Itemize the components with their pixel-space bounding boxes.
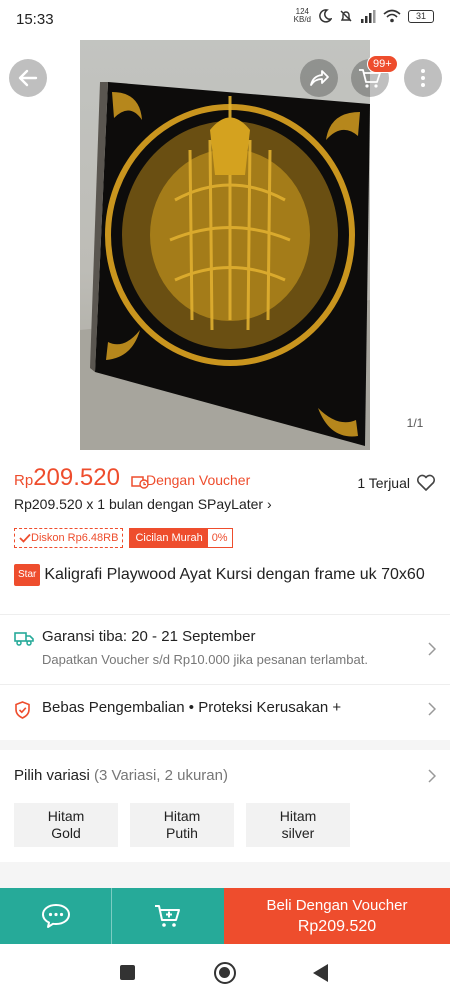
home-icon[interactable] [214, 962, 236, 984]
option-line2: Gold [51, 825, 81, 841]
chat-button[interactable] [0, 888, 112, 944]
option-line2: Putih [166, 825, 198, 841]
back-button[interactable] [9, 59, 47, 97]
price-amount: 209.520 [33, 464, 120, 491]
add-cart-icon [155, 905, 180, 927]
heart-icon[interactable] [416, 474, 436, 492]
voucher-label[interactable]: Dengan Voucher [146, 472, 250, 488]
shipping-subtitle: Dapatkan Voucher s/d Rp10.000 jika pesan… [42, 652, 368, 667]
chevron-right-icon[interactable] [428, 769, 436, 783]
star-seller-tag: Star [14, 564, 41, 586]
paylater-text: Rp209.520 x 1 bulan dengan SPayLater [14, 496, 264, 512]
variation-label: Pilih variasi [14, 767, 90, 784]
variation-option-hitam-gold[interactable]: Hitam Gold [14, 803, 118, 847]
buy-with-voucher-button[interactable]: Beli Dengan Voucher Rp209.520 [224, 888, 450, 944]
cart-button[interactable]: 99+ [351, 55, 398, 97]
network-speed: 124 KB/d [294, 8, 311, 24]
image-counter: 1/1 [396, 410, 434, 436]
more-vertical-icon [421, 69, 425, 87]
chevron-right-icon [428, 642, 436, 656]
product-info-section: Rp 209.520 Dengan Voucher 1 Terjual Rp20… [0, 450, 450, 740]
product-title: Kaligrafi Playwood Ayat Kursi dengan fra… [44, 566, 425, 583]
option-line1: Hitam [47, 808, 85, 824]
promo-badges: Diskon Rp6.48RB Cicilan Murah 0% [14, 528, 233, 548]
chat-icon [41, 904, 70, 928]
chevron-right-icon: › [266, 496, 272, 512]
status-time: 15:33 [16, 11, 54, 28]
variation-header[interactable]: Pilih variasi (3 Variasi, 2 ukuran) [14, 767, 228, 784]
share-button[interactable] [300, 59, 338, 97]
cart-count-badge: 99+ [367, 55, 398, 73]
discount-text: Diskon Rp6.48RB [31, 532, 119, 544]
system-navigation-bar [0, 944, 450, 1000]
option-line1: Hitam [163, 808, 201, 824]
status-icons: 124 KB/d 31 [294, 8, 434, 24]
protection-row[interactable]: Bebas Pengembalian • Proteksi Kerusakan … [14, 697, 436, 721]
system-back-icon[interactable] [313, 964, 328, 982]
discount-badge: Diskon Rp6.48RB [14, 528, 124, 548]
add-to-cart-button[interactable] [112, 888, 224, 944]
shipping-title: Garansi tiba: 20 - 21 September [42, 628, 256, 645]
moon-icon [319, 9, 332, 23]
variation-section: Pilih variasi (3 Variasi, 2 ukuran) Hita… [0, 750, 450, 862]
recent-apps-icon[interactable] [120, 965, 135, 980]
option-line2: silver [281, 825, 315, 841]
sold-count: 1 Terjual [357, 475, 410, 491]
status-bar: 15:33 124 KB/d 31 [0, 0, 450, 40]
buy-label: Beli Dengan Voucher [266, 897, 408, 914]
shield-icon [15, 701, 30, 719]
price-currency: Rp [14, 472, 34, 489]
buy-price: Rp209.520 [297, 918, 377, 935]
delivery-truck-icon [14, 632, 34, 646]
divider [0, 684, 450, 685]
option-line1: Hitam [279, 808, 317, 824]
installment-badge: Cicilan Murah 0% [129, 528, 233, 548]
protection-text: Bebas Pengembalian • Proteksi Kerusakan … [42, 699, 342, 716]
variation-option-hitam-putih[interactable]: Hitam Putih [130, 803, 234, 847]
installment-percent: 0% [211, 532, 228, 544]
battery-icon: 31 [408, 9, 434, 23]
chevron-right-icon [428, 702, 436, 716]
wifi-icon [383, 9, 401, 23]
variation-options: Hitam Gold Hitam Putih Hitam silver [14, 803, 350, 847]
share-icon [310, 70, 329, 86]
divider [0, 614, 450, 615]
paylater-link[interactable]: Rp209.520 x 1 bulan dengan SPayLater › [14, 496, 272, 512]
check-icon [19, 533, 31, 543]
more-button[interactable] [404, 59, 442, 97]
back-arrow-icon [18, 69, 38, 87]
net-speed-unit: KB/d [293, 15, 311, 24]
installment-label: Cicilan Murah [130, 529, 208, 547]
product-title-row: Star Kaligrafi Playwood Ayat Kursi dengan… [14, 564, 434, 586]
variation-option-hitam-silver[interactable]: Hitam silver [246, 803, 350, 847]
signal-icon [361, 9, 376, 23]
bottom-action-bar: Beli Dengan Voucher Rp209.520 [0, 888, 450, 944]
variation-meta: (3 Variasi, 2 ukuran) [94, 767, 228, 784]
bell-off-icon [340, 10, 352, 22]
voucher-icon [131, 476, 149, 489]
